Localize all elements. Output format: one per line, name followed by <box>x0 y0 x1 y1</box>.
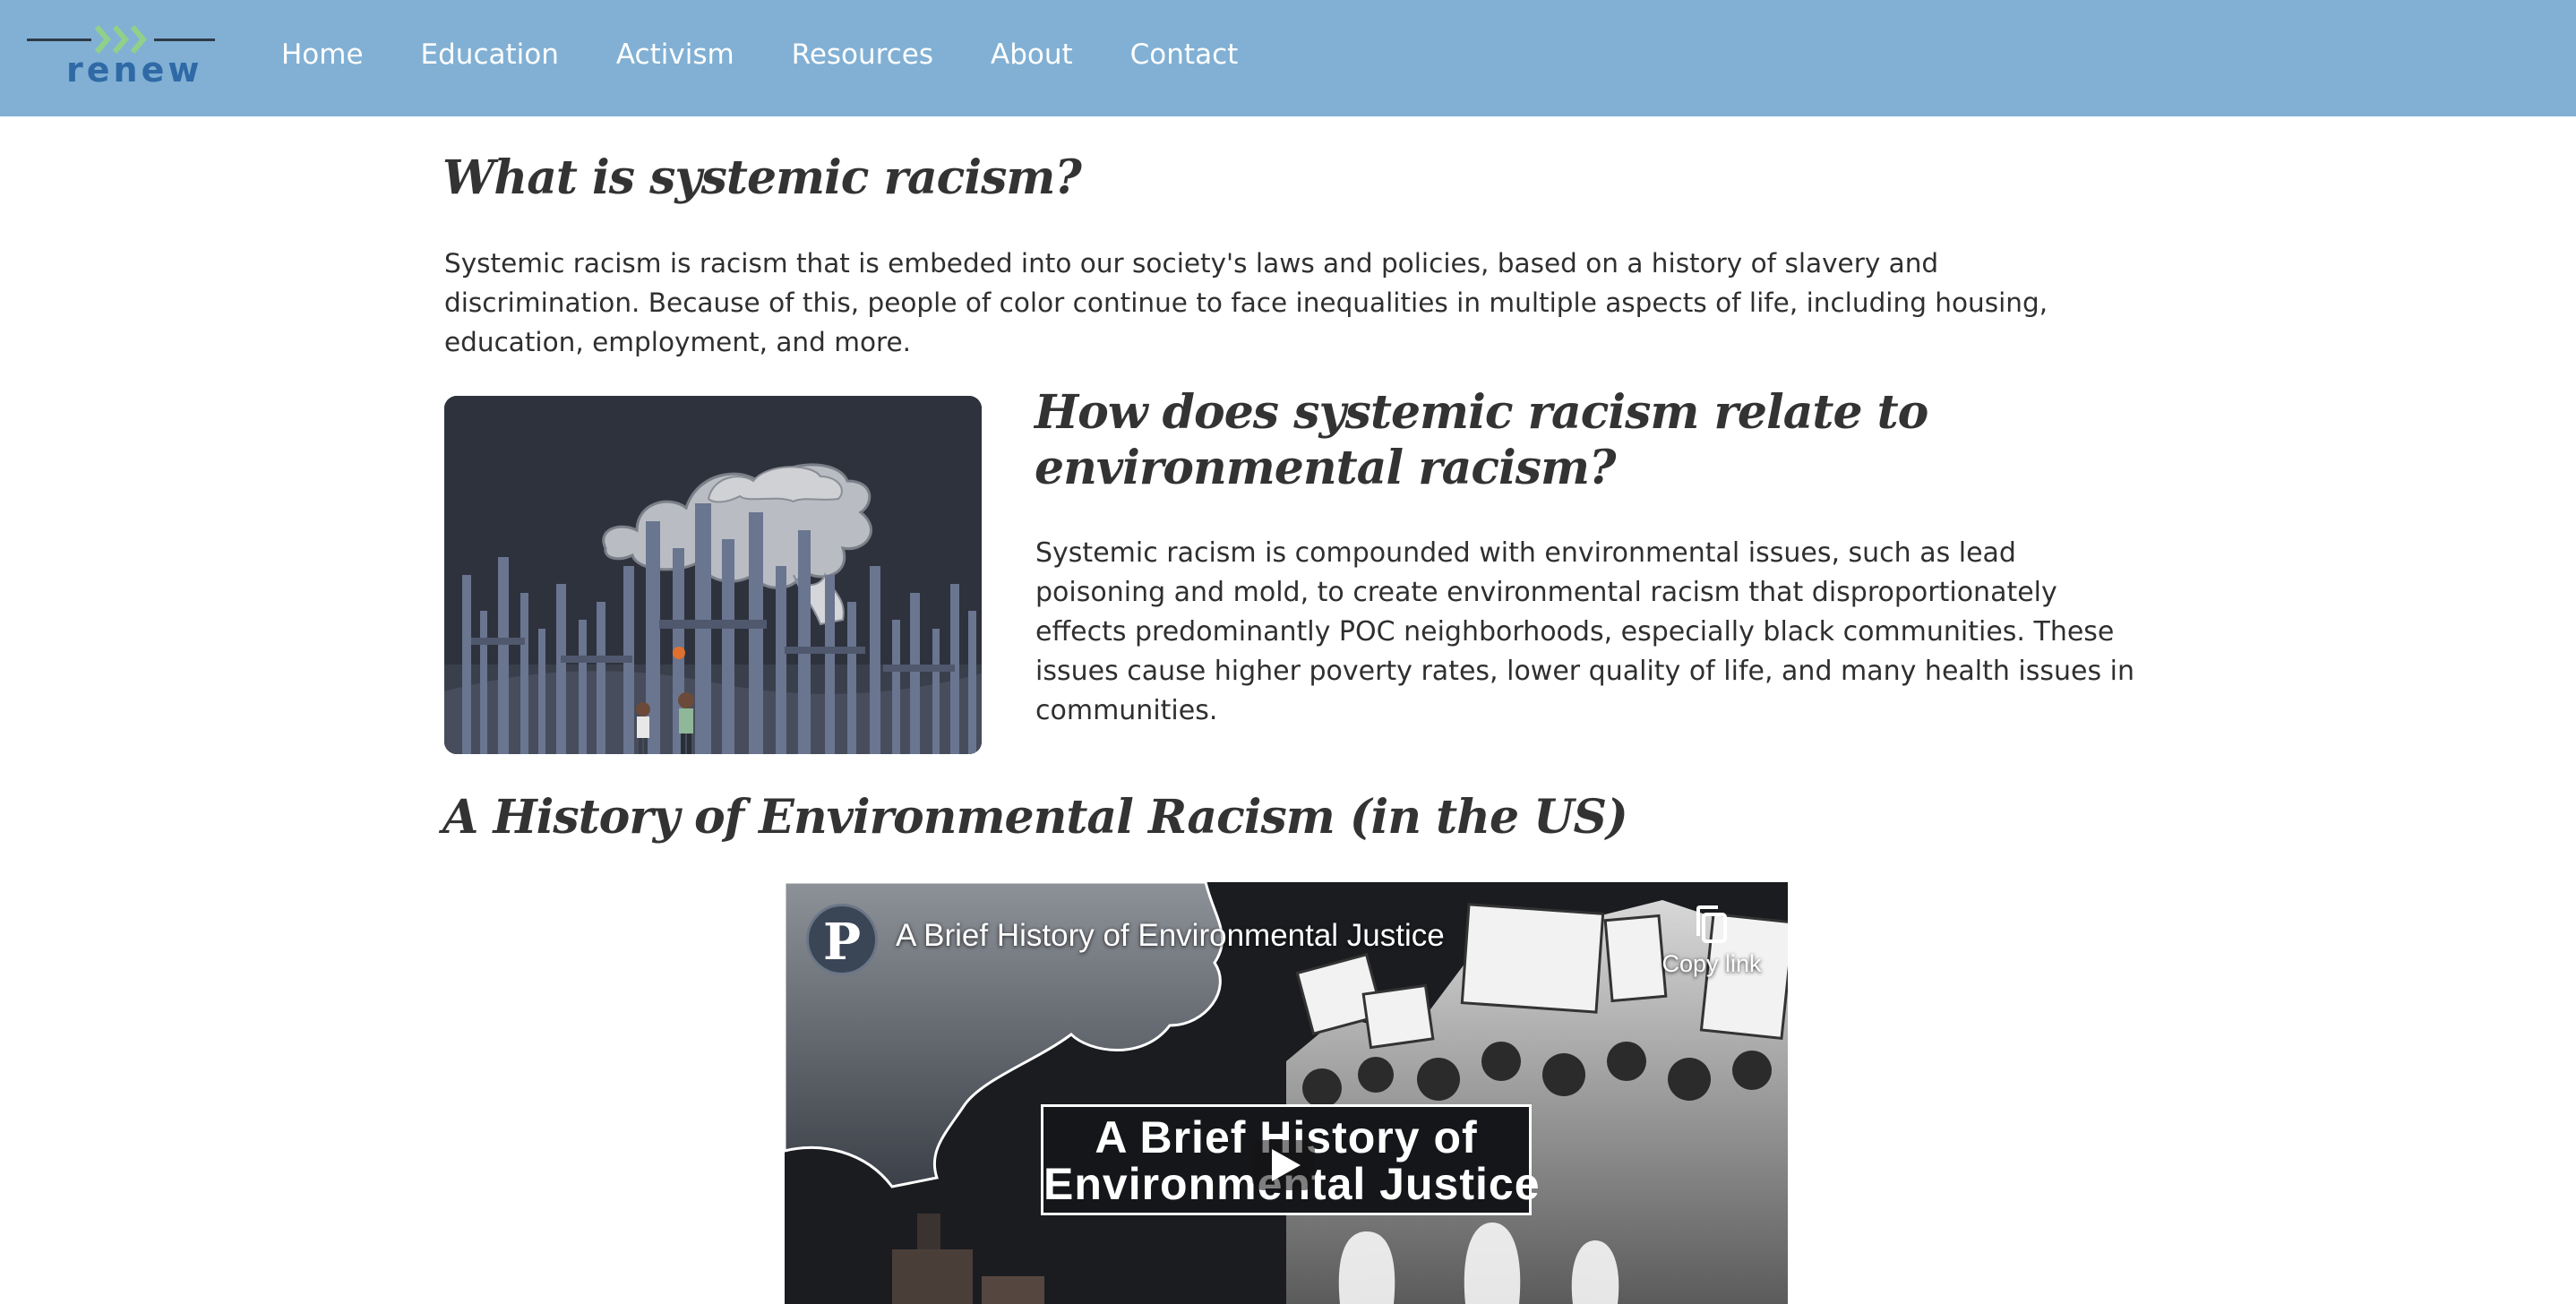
renew-logo[interactable]: renew <box>27 21 215 93</box>
logo-text: renew <box>66 50 203 90</box>
heading-what-is-systemic-racism: What is systemic racism? <box>442 150 1082 205</box>
main-menu: Home Education Activism Resources About … <box>281 32 1238 77</box>
play-icon <box>1272 1149 1301 1181</box>
heading-how-systemic-relates-environmental: How does systemic racism relate to envir… <box>1035 385 1928 495</box>
channel-avatar[interactable]: P <box>806 904 878 975</box>
nav-education[interactable]: Education <box>421 32 559 77</box>
logo-line-right <box>154 39 215 41</box>
heading-history-environmental-racism: A History of Environmental Racism (in th… <box>442 790 1628 845</box>
play-button[interactable] <box>1252 1140 1315 1190</box>
nav-resources[interactable]: Resources <box>792 32 933 77</box>
copy-link-button[interactable]: Copy link <box>1644 904 1779 978</box>
logo-line-left <box>27 39 91 41</box>
nav-activism[interactable]: Activism <box>616 32 734 77</box>
paragraph-how-systemic-relates-environmental: Systemic racism is compounded with envir… <box>1035 537 2135 726</box>
nav-contact[interactable]: Contact <box>1130 32 1239 77</box>
nav-about[interactable]: About <box>991 32 1073 77</box>
video-title[interactable]: A Brief History of Environmental Justice <box>896 918 1445 954</box>
nav-home[interactable]: Home <box>281 32 364 77</box>
factory-illustration-image <box>444 396 982 754</box>
copy-link-label: Copy link <box>1662 950 1762 977</box>
embedded-video-player[interactable]: P A Brief History of Environmental Justi… <box>785 882 1788 1304</box>
copy-icon <box>1696 905 1727 943</box>
top-navbar: renew Home Education Activism Resources … <box>0 0 2576 116</box>
paragraph-what-is-systemic-racism: Systemic racism is racism that is embede… <box>444 248 2048 357</box>
